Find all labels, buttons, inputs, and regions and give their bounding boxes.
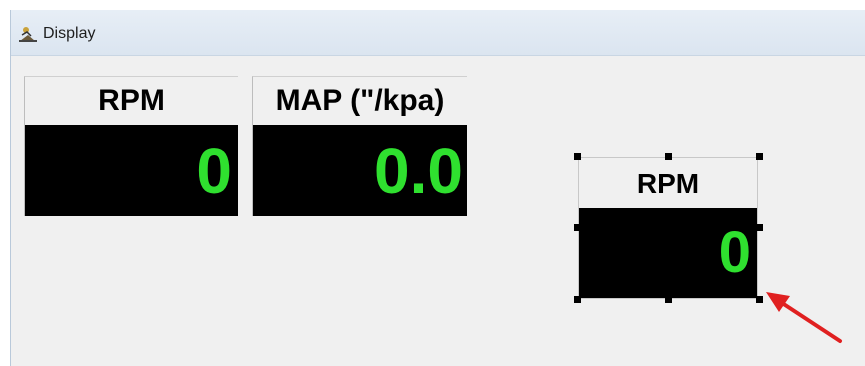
resize-handle-top-left[interactable] <box>574 153 581 160</box>
display-window: Display RPM 0 MAP ("/kpa) 0.0 RPM 0 <box>10 10 865 366</box>
selected-rpm-gauge[interactable]: RPM 0 <box>578 157 758 299</box>
gauge-value: 0 <box>579 208 757 298</box>
resize-handle-bottom[interactable] <box>665 296 672 303</box>
map-gauge[interactable]: MAP ("/kpa) 0.0 <box>252 76 467 216</box>
gauge-label: RPM <box>25 77 238 125</box>
rpm-gauge[interactable]: RPM 0 <box>24 76 238 216</box>
gauge-value: 0.0 <box>253 125 467 216</box>
window-title: Display <box>43 25 96 42</box>
resize-handle-bottom-left[interactable] <box>574 296 581 303</box>
gauge-label: RPM <box>579 160 757 208</box>
resize-handle-bottom-right[interactable] <box>756 296 763 303</box>
display-app-icon <box>19 27 37 42</box>
resize-handle-left[interactable] <box>574 224 581 231</box>
resize-handle-right[interactable] <box>756 224 763 231</box>
resize-handle-top-right[interactable] <box>756 153 763 160</box>
client-area: RPM 0 MAP ("/kpa) 0.0 RPM 0 <box>11 56 865 366</box>
gauge-label: MAP ("/kpa) <box>253 77 467 125</box>
resize-handle-top[interactable] <box>665 153 672 160</box>
title-bar[interactable]: Display <box>11 10 865 56</box>
gauge-value: 0 <box>25 125 238 216</box>
